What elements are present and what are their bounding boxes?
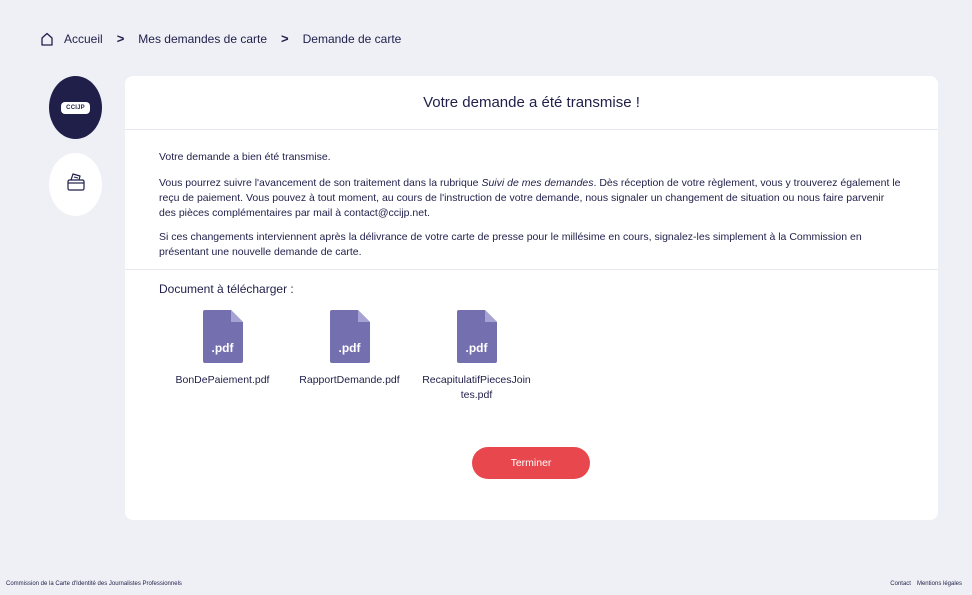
file-item-rapport-demande[interactable]: .pdf RapportDemande.pdf (286, 310, 413, 403)
home-icon[interactable] (40, 32, 54, 46)
file-name[interactable]: RecapitulatifPiecesJointes.pdf (422, 373, 532, 403)
press-card-icon (66, 172, 86, 197)
breadcrumb-home[interactable]: Accueil (64, 32, 103, 46)
step-ccip[interactable]: CCIJP (49, 76, 102, 139)
step-press-card[interactable] (49, 153, 102, 216)
pdf-file-icon[interactable]: .pdf (202, 310, 243, 363)
file-name[interactable]: RapportDemande.pdf (295, 373, 405, 388)
footer-contact-link[interactable]: Contact (890, 581, 911, 587)
pdf-file-icon[interactable]: .pdf (456, 310, 497, 363)
tracking-link-text: Suivi de mes demandes (481, 177, 594, 189)
downloads-section: Document à télécharger : .pdf BonDePaiem… (125, 270, 938, 403)
downloads-title: Document à télécharger : (159, 282, 294, 296)
file-item-bon-de-paiement[interactable]: .pdf BonDePaiement.pdf (159, 310, 286, 403)
tracking-text: Vous pourrez suivre l'avancement de son … (159, 177, 901, 219)
card-body: Votre demande a bien été transmise. Vous… (125, 130, 938, 260)
footer-org-name: Commission de la Carte d'Identité des Jo… (6, 581, 182, 587)
file-list: .pdf BonDePaiement.pdf .pdf RapportDeman… (159, 310, 904, 403)
card-title: Votre demande a été transmise ! (423, 94, 640, 111)
footer-legal-link[interactable]: Mentions légales (917, 581, 962, 587)
breadcrumb-my-requests[interactable]: Mes demandes de carte (138, 32, 267, 46)
footer-links: Contact Mentions légales (890, 581, 962, 587)
ccip-logo-icon: CCIJP (61, 101, 90, 114)
pdf-file-icon[interactable]: .pdf (329, 310, 370, 363)
step-rail: CCIJP (49, 76, 102, 216)
breadcrumb-current: Demande de carte (302, 31, 402, 46)
breadcrumb: Accueil > Mes demandes de carte > Demand… (40, 31, 401, 46)
confirmation-text: Votre demande a bien été transmise. (159, 151, 331, 163)
changes-text: Si ces changements interviennent après l… (159, 231, 862, 258)
finish-button[interactable]: Terminer (472, 447, 590, 479)
breadcrumb-separator: > (116, 31, 125, 46)
file-item-recapitulatif[interactable]: .pdf RecapitulatifPiecesJointes.pdf (413, 310, 540, 403)
breadcrumb-separator: > (281, 31, 289, 46)
file-name[interactable]: BonDePaiement.pdf (168, 373, 278, 388)
card-header: Votre demande a été transmise ! (125, 76, 938, 130)
